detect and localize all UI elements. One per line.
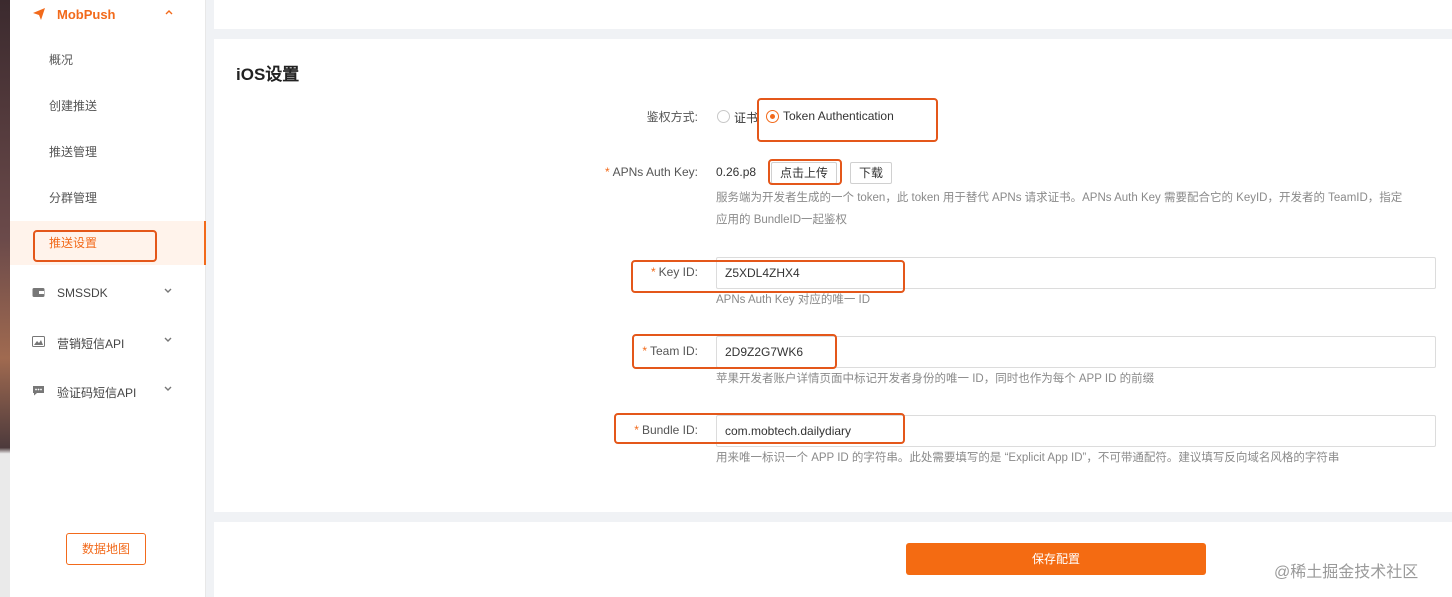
brand-label: MobPush [57,7,116,22]
sidebar-group-marketing-sms-api[interactable]: 营销短信API [10,322,206,362]
sidebar-group-label: SMSSDK [57,286,108,300]
team-id-label: * Team ID: [642,344,698,358]
team-id-hint: 苹果开发者账户详情页面中标记开发者身份的唯一 ID，同时也作为每个 APP ID… [716,373,1155,385]
chevron-up-icon [165,10,173,15]
download-button[interactable]: 下载 [850,162,892,184]
data-map-button[interactable]: 数据地图 [66,533,146,565]
sidebar-group-smssdk[interactable]: SMSSDK [10,273,206,313]
action-bar: 保存配置 [214,522,1452,597]
paper-plane-icon [33,8,45,20]
sidebar-brand-mobpush[interactable]: MobPush [10,0,206,30]
sidebar-group-verification-sms-api[interactable]: 验证码短信API [10,371,206,411]
ios-settings-card: iOS设置 鉴权方式: 证书 Token Authentication * APN… [214,39,1452,512]
chat-icon [33,386,44,396]
apns-auth-key-label: * APNs Auth Key: [604,165,698,179]
radio-token-auth[interactable] [766,110,779,123]
key-id-input[interactable]: Z5XDL4ZHX4 [716,257,1436,289]
sidebar-group-label: 验证码短信API [57,386,137,400]
upload-button[interactable]: 点击上传 [771,162,837,184]
sidebar-item-push-settings[interactable]: 推送设置 [10,221,206,265]
sidebar-item-overview[interactable]: 概况 [10,38,206,82]
apns-key-filename: 0.26.p8 [716,165,757,179]
top-card [214,0,1452,29]
key-id-hint: APNs Auth Key 对应的唯一 ID [716,294,871,306]
radio-token-auth-label[interactable]: Token Authentication [783,109,894,123]
sidebar-item-push-management[interactable]: 推送管理 [10,130,206,174]
bundle-id-label: * Bundle ID: [634,423,698,437]
chevron-down-icon [164,337,172,342]
team-id-input[interactable]: 2D9Z2G7WK6 [716,336,1436,368]
page-title: iOS设置 [236,65,300,84]
bundle-id-input[interactable]: com.mobtech.dailydiary [716,415,1436,447]
image-icon [32,336,45,347]
bundle-id-hint: 用来唯一标识一个 APP ID 的字符串。此处需要填写的是 “Explicit … [716,452,1340,464]
watermark: @稀土掘金技术社区 [1274,564,1419,581]
chevron-down-icon [164,386,172,391]
save-config-button[interactable]: 保存配置 [906,543,1206,575]
sidebar-group-label: 营销短信API [57,337,125,351]
desktop-backdrop [0,0,10,597]
apns-key-hint: 服务端为开发者生成的一个 token，此 token 用于替代 APNs 请求证… [716,192,1403,226]
sidebar-item-group-management[interactable]: 分群管理 [10,176,206,220]
sidebar: MobPush 概况 创建推送 推送管理 分群管理 推送设置 SMSSDK 营销… [10,0,206,597]
auth-method-label: 鉴权方式: [646,110,698,124]
radio-certificate[interactable] [717,110,730,123]
key-id-label: * Key ID: [650,265,698,279]
wallet-icon [32,288,45,297]
chevron-down-icon [164,288,172,293]
radio-certificate-label[interactable]: 证书 [734,109,758,126]
sidebar-item-create-push[interactable]: 创建推送 [10,84,206,128]
